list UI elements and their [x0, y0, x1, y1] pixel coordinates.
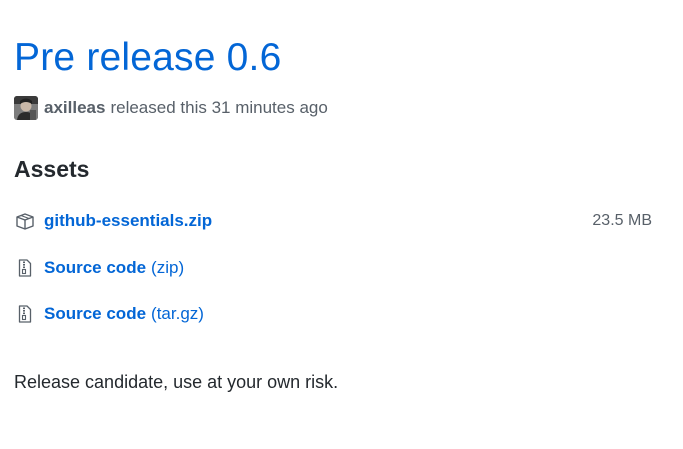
asset-row: Source code (tar.gz)	[14, 301, 654, 327]
release-author[interactable]: axilleas	[44, 98, 105, 118]
release-timestamp: released this 31 minutes ago	[110, 98, 328, 117]
file-zip-icon	[14, 304, 36, 324]
asset-download-link[interactable]: github-essentials.zip	[44, 211, 212, 231]
release-notes: Release candidate, use at your own risk.	[14, 372, 339, 392]
asset-row: github-essentials.zip 23.5 MB	[14, 208, 654, 234]
asset-size: 23.5 MB	[592, 212, 652, 229]
source-code-targz-link[interactable]: Source code	[44, 304, 146, 324]
release-title[interactable]: Pre release 0.6	[14, 34, 282, 82]
avatar[interactable]	[14, 96, 38, 120]
file-zip-icon	[14, 258, 36, 278]
user-avatar-icon	[14, 96, 38, 120]
asset-row: Source code (zip)	[14, 255, 654, 281]
assets-heading: Assets	[14, 156, 90, 182]
source-code-zip-link[interactable]: Source code	[44, 258, 146, 278]
source-code-format[interactable]: (zip)	[151, 258, 184, 278]
source-code-format[interactable]: (tar.gz)	[151, 304, 204, 324]
package-icon	[14, 211, 36, 231]
release-meta: axilleas released this 31 minutes ago	[14, 95, 328, 121]
